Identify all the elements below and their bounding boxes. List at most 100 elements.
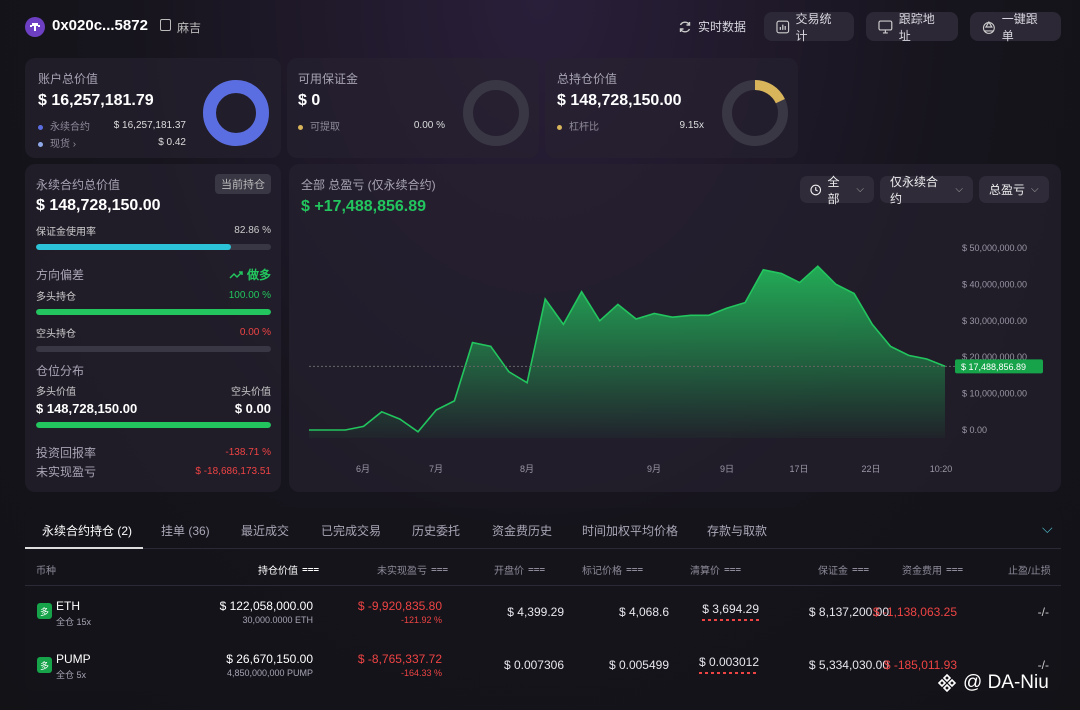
sort-icon: ⩶ [724, 564, 742, 575]
funding-cell: $ -1,138,063.25 [872, 605, 957, 619]
roi-value: -138.71 % [225, 447, 271, 458]
sort-icon: ⩶ [431, 564, 449, 575]
contract-filter-label: 仅永续合约 [890, 174, 939, 206]
monitor-icon [878, 20, 893, 33]
liq-indicator [698, 672, 759, 674]
stats-label: 交易统计 [795, 11, 832, 43]
th-position-value[interactable]: 持仓价值 ⩶ [258, 562, 319, 577]
position-size-cell: 30,000.0000 ETH [242, 615, 313, 625]
pnl-pct-cell: -121.92 % [400, 615, 442, 625]
perp-row: 永续合约 $ 16,257,181.37 [38, 118, 186, 133]
position-value: $ 148,728,150.00 [557, 92, 682, 109]
account-donut [203, 80, 269, 146]
th-margin[interactable]: 保证金 ⩶ [818, 562, 869, 577]
withdraw-dot [298, 125, 303, 130]
leverage-donut [722, 80, 788, 146]
perp-dot [38, 125, 43, 130]
liq-price-cell: $ 0.003012 [698, 655, 759, 674]
short-value: 0.00 % [239, 327, 271, 338]
perp-total-value: $ 148,728,150.00 [36, 197, 161, 214]
current-position-badge[interactable]: 当前持仓 [215, 174, 271, 194]
account-value-title: 账户总价值 [38, 72, 99, 86]
leverage-dot [557, 125, 562, 130]
th-funding[interactable]: 资金费用 ⩶ [902, 562, 963, 577]
margin-title: 可用保证金 [298, 72, 359, 86]
collapse-chevron-icon[interactable]: ⌵ [1042, 520, 1053, 537]
recycle-icon [982, 20, 995, 34]
realtime-label: 实时数据 [698, 20, 747, 34]
margin-value: $ 0 [298, 92, 321, 109]
short-label: 空头持仓 [36, 329, 76, 340]
bias-block: 方向偏差 做多 多头持仓 100.00 % 空头持仓 0.00 % [36, 266, 271, 352]
pnl-value: $ +17,488,856.89 [301, 198, 427, 215]
range-filter[interactable]: 全部 ⌵ [800, 175, 874, 206]
pnl-cell: $ -9,920,835.80 [357, 599, 442, 613]
margin-cell: $ 5,334,030.00 [808, 658, 889, 672]
tab-twap[interactable]: 时间加权平均价格 [582, 522, 678, 539]
binance-logo-icon [937, 673, 957, 693]
tab-perp-positions[interactable]: 永续合约持仓 (2) [42, 522, 132, 539]
trend-up-icon [229, 270, 243, 279]
copy-trade-button[interactable]: 一键跟单 [970, 12, 1061, 43]
th-liq-price[interactable]: 清算价 ⩶ [690, 562, 741, 577]
track-button[interactable]: 跟踪地址 [866, 11, 958, 43]
sort-icon: ⩶ [852, 564, 870, 575]
distribution-label: 仓位分布 [36, 364, 85, 378]
bias-indicator: 做多 [229, 266, 271, 283]
sort-icon: ⩶ [528, 564, 546, 575]
th-mark-price[interactable]: 标记价格 ⩶ [582, 562, 643, 577]
position-value-cell: $ 122,058,000.00 [219, 599, 313, 613]
tab-completed-trades[interactable]: 已完成交易 [321, 522, 381, 539]
tpsl-cell[interactable]: -/- [1038, 658, 1049, 672]
long-value-amount: $ 148,728,150.00 [36, 401, 138, 416]
position-title: 总持仓价值 [557, 72, 618, 86]
pnl-pct-cell: -164.33 % [400, 668, 442, 678]
x-tick-label: 9月 [647, 464, 661, 474]
long-label: 多头持仓 [36, 292, 76, 303]
tab-recent-trades[interactable]: 最近成交 [241, 522, 289, 539]
x-tick-label: 6月 [356, 464, 370, 474]
y-tick-label: $ 50,000,000.00 [962, 243, 1027, 253]
tpsl-cell[interactable]: -/- [1038, 605, 1049, 619]
tab-deposits-withdrawals[interactable]: 存款与取款 [707, 522, 767, 539]
table-row[interactable]: 多 ETH 全仓 15x $ 122,058,000.00 30,000.000… [25, 586, 1061, 639]
tab-order-history[interactable]: 历史委托 [412, 522, 460, 539]
chevron-down-icon: ⌵ [856, 184, 864, 195]
track-label: 跟踪地址 [898, 11, 935, 43]
withdraw-row: 可提取 0.00 % [298, 118, 445, 133]
wallet-address: 0x020c...5872 [52, 17, 148, 34]
avatar[interactable] [25, 17, 45, 37]
short-value-label: 空头价值 [231, 387, 271, 398]
perp-label: 永续合约 [50, 122, 90, 133]
contract-filter[interactable]: 仅永续合约 ⌵ [880, 175, 973, 206]
coin-name[interactable]: PUMP [56, 652, 91, 666]
sort-icon: ⩶ [302, 564, 320, 575]
chevron-right-icon: › [72, 139, 77, 150]
x-tick-label: 17日 [789, 464, 808, 474]
x-tick-label: 10:20 [930, 464, 953, 474]
sort-icon: ⩶ [946, 564, 964, 575]
spot-label: 现货 [50, 139, 70, 150]
metric-filter[interactable]: 总盈亏 ⌵ [979, 176, 1049, 203]
table-row[interactable]: 多 PUMP 全仓 5x $ 26,670,150.00 4,850,000,0… [25, 640, 1061, 690]
stats-button[interactable]: 交易统计 [764, 11, 854, 43]
withdraw-value: 0.00 % [413, 120, 445, 131]
x-tick-label: 9日 [720, 464, 734, 474]
coin-mode: 全仓 15x [56, 617, 92, 627]
th-entry-price[interactable]: 开盘价 ⩶ [494, 562, 545, 577]
coin-name[interactable]: ETH [56, 599, 80, 613]
tab-open-orders[interactable]: 挂单 (36) [161, 522, 210, 539]
th-unrealized-pnl[interactable]: 未实现盈亏 ⩶ [377, 562, 448, 577]
mark-price-cell: $ 4,068.6 [618, 605, 669, 619]
leverage-value: 9.15x [679, 120, 704, 131]
realtime-button[interactable]: 实时数据 [678, 12, 746, 41]
pnl-area-chart[interactable]: $ 50,000,000.00 $ 40,000,000.00 $ 30,000,0… [289, 230, 1061, 492]
long-bar [36, 309, 271, 315]
chevron-down-icon: ⌵ [1031, 184, 1039, 195]
liq-price-value: $ 0.003012 [698, 655, 759, 669]
tab-funding-history[interactable]: 资金费历史 [492, 522, 552, 539]
th-coin: 币种 [36, 566, 56, 577]
spot-row[interactable]: 现货 › $ 0.42 [38, 135, 186, 150]
copy-icon[interactable] [160, 19, 171, 31]
margin-usage-value: 82.86 % [234, 225, 271, 236]
